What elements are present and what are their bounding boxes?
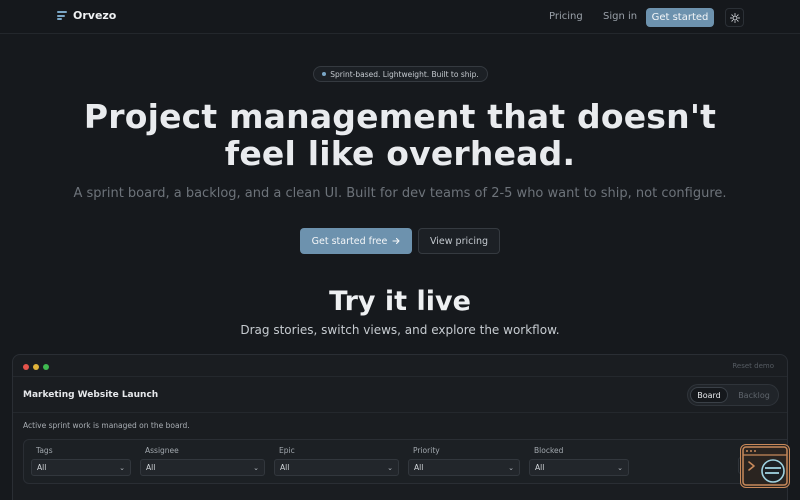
- filter-label: Epic: [279, 446, 295, 455]
- demo-section-title: Try it live: [329, 286, 471, 317]
- badge-dot-icon: [322, 72, 327, 76]
- filter-label: Tags: [36, 446, 53, 455]
- theme-toggle-button[interactable]: [725, 8, 744, 27]
- menu-lines-icon: [57, 11, 67, 20]
- brand-name: Orvezo: [73, 9, 117, 22]
- window-minimize-dot: [33, 364, 39, 370]
- chevron-down-icon: ⌄: [253, 463, 259, 472]
- hero-badge: Sprint-based. Lightweight. Built to ship…: [313, 66, 488, 82]
- blocked-select[interactable]: All ⌄: [529, 459, 629, 476]
- filter-tags: Tags All ⌄: [31, 446, 131, 476]
- arrow-right-icon: [392, 237, 400, 245]
- assignee-select[interactable]: All ⌄: [140, 459, 265, 476]
- nav-link-sign-in[interactable]: Sign in: [603, 11, 637, 22]
- chevron-down-icon: ⌄: [387, 463, 393, 472]
- get-started-button[interactable]: Get started: [646, 8, 714, 27]
- get-started-free-button[interactable]: Get started free: [300, 228, 412, 254]
- window-close-dot: [23, 364, 29, 370]
- filter-label: Assignee: [145, 446, 179, 455]
- tab-backlog[interactable]: Backlog: [732, 387, 776, 403]
- brand-logo[interactable]: Orvezo: [57, 9, 116, 22]
- window-titlebar: Reset demo: [13, 355, 787, 377]
- chevron-down-icon: ⌄: [508, 463, 514, 472]
- priority-select[interactable]: All ⌄: [408, 459, 520, 476]
- project-title: Marketing Website Launch: [23, 390, 159, 400]
- nav-link-pricing[interactable]: Pricing: [549, 11, 583, 22]
- tab-board[interactable]: Board: [690, 387, 728, 403]
- hero-badge-text: Sprint-based. Lightweight. Built to ship…: [330, 69, 479, 79]
- hero-subtitle: A sprint board, a backlog, and a clean U…: [73, 186, 727, 201]
- hero-title-line-1: Project management that doesn't: [83, 97, 717, 136]
- demo-window: Reset demo Marketing Website Launch Boar…: [12, 354, 788, 500]
- filter-bar: Tags All ⌄ Assignee All ⌄ Epic All ⌄ Priori…: [23, 439, 787, 484]
- tags-select[interactable]: All ⌄: [31, 459, 131, 476]
- filter-label: Blocked: [534, 446, 564, 455]
- hero-title: Project management that doesn't feel lik…: [0, 98, 800, 172]
- view-pricing-button[interactable]: View pricing: [418, 228, 500, 254]
- floating-widget-button[interactable]: [740, 444, 790, 488]
- chevron-down-icon: ⌄: [119, 463, 125, 472]
- filter-blocked: Blocked All ⌄: [529, 446, 629, 476]
- filter-priority: Priority All ⌄: [408, 446, 520, 476]
- epic-select[interactable]: All ⌄: [274, 459, 399, 476]
- window-maximize-dot: [43, 364, 49, 370]
- divider: [13, 412, 787, 413]
- code-window-icon: [742, 446, 788, 486]
- filter-epic: Epic All ⌄: [274, 446, 399, 476]
- filter-assignee: Assignee All ⌄: [140, 446, 265, 476]
- demo-section-subtitle: Drag stories, switch views, and explore …: [240, 323, 560, 337]
- view-toggle: Board Backlog: [687, 384, 779, 406]
- get-started-free-label: Get started free: [311, 235, 388, 247]
- board-note: Active sprint work is managed on the boa…: [23, 421, 190, 430]
- chevron-down-icon: ⌄: [617, 463, 623, 472]
- filter-label: Priority: [413, 446, 440, 455]
- top-nav: Orvezo Pricing Sign in Get started: [0, 0, 800, 34]
- sun-icon: [729, 12, 740, 23]
- reset-demo-button[interactable]: Reset demo: [732, 362, 774, 370]
- hero-title-line-2: feel like overhead.: [224, 134, 576, 173]
